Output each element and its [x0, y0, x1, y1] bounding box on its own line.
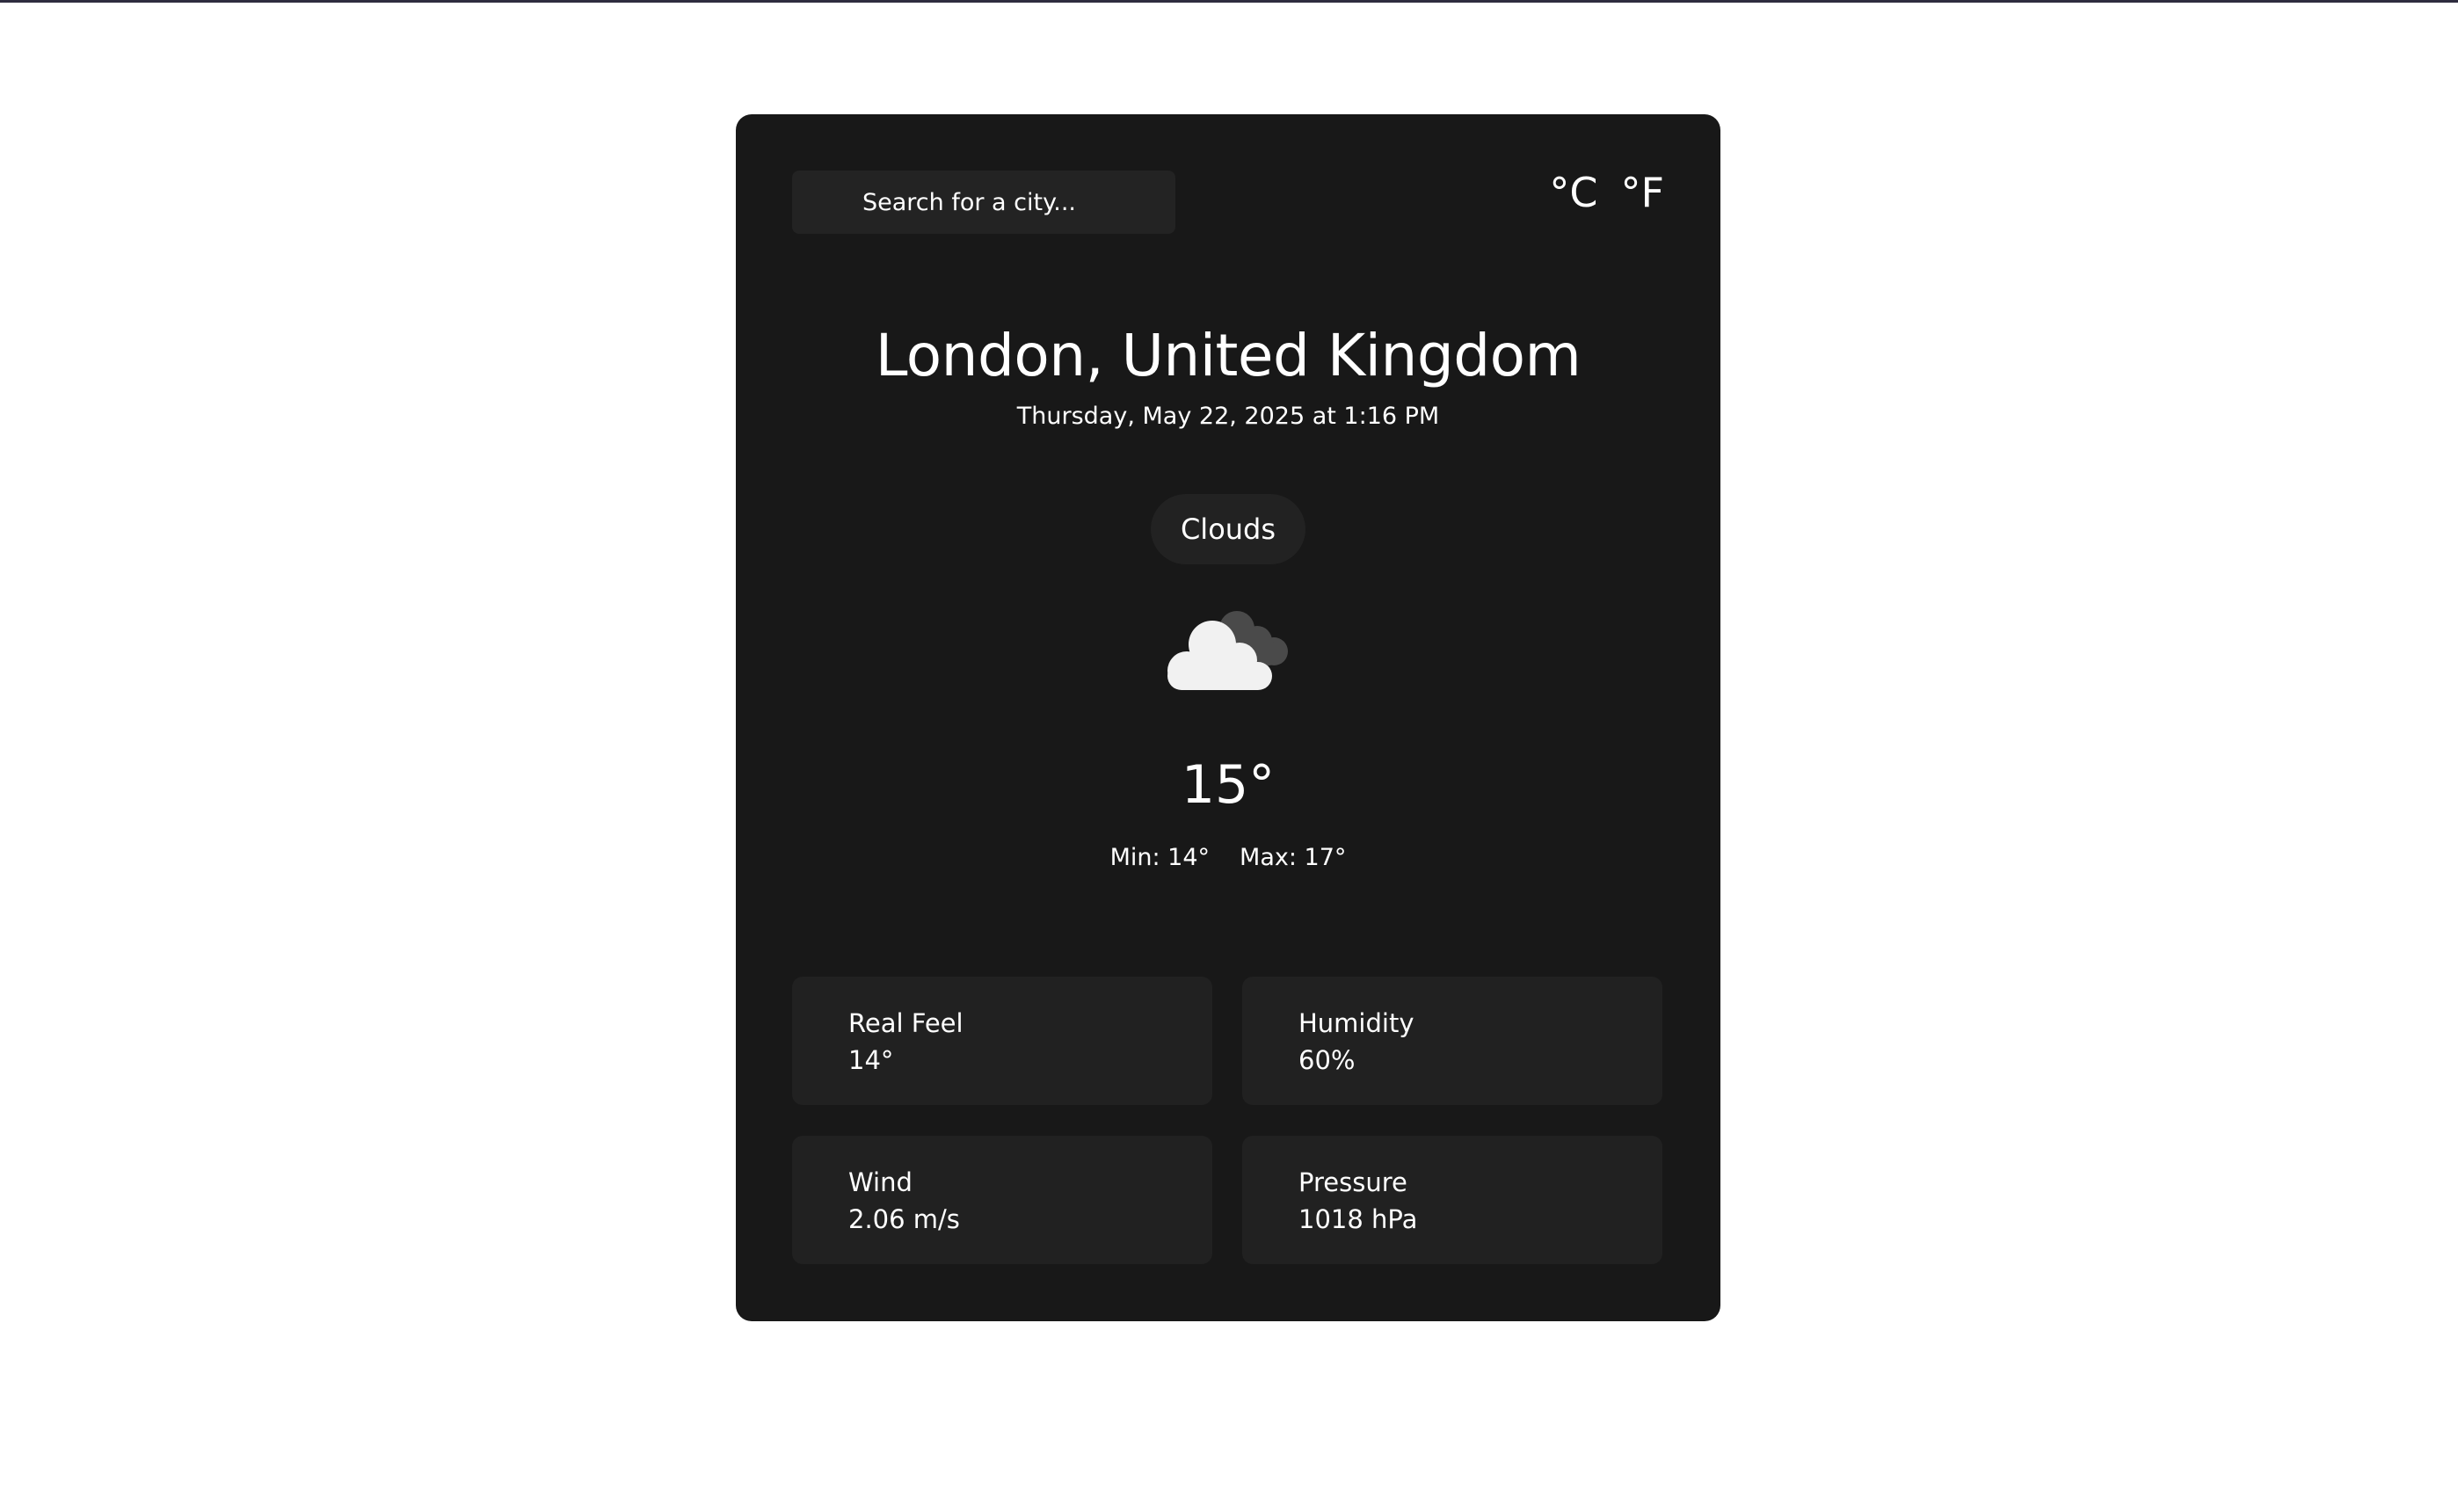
- celsius-button[interactable]: °C: [1549, 172, 1597, 213]
- min-temperature: Min: 14°: [1109, 844, 1211, 871]
- pressure-value: 1018 hPa: [1298, 1204, 1418, 1234]
- real-feel-label: Real Feel: [848, 1008, 964, 1038]
- current-temperature: 15°: [1181, 754, 1276, 816]
- clouds-icon: [1167, 611, 1288, 690]
- unit-toggle: °C °F: [1549, 172, 1664, 213]
- humidity-label: Humidity: [1298, 1008, 1414, 1038]
- humidity-value: 60%: [1298, 1045, 1356, 1075]
- max-temperature: Max: 17°: [1240, 844, 1347, 871]
- fahrenheit-button[interactable]: °F: [1621, 172, 1664, 213]
- condition-badge: Clouds: [1151, 494, 1305, 564]
- pressure-tile: Pressure 1018 hPa: [1242, 1136, 1662, 1264]
- humidity-tile: Humidity 60%: [1242, 977, 1662, 1105]
- condition-label: Clouds: [1180, 512, 1276, 546]
- pressure-label: Pressure: [1298, 1167, 1407, 1197]
- real-feel-tile: Real Feel 14°: [792, 977, 1212, 1105]
- local-datetime: Thursday, May 22, 2025 at 1:16 PM: [1016, 403, 1440, 430]
- wind-label: Wind: [848, 1167, 913, 1197]
- wind-tile: Wind 2.06 m/s: [792, 1136, 1212, 1264]
- city-name: London, United Kingdom: [875, 322, 1582, 389]
- real-feel-value: 14°: [848, 1045, 894, 1075]
- top-border: [0, 0, 2458, 3]
- search-input[interactable]: [792, 171, 1175, 234]
- wind-value: 2.06 m/s: [848, 1204, 960, 1234]
- min-max-row: Min: 14° Max: 17°: [736, 844, 1720, 871]
- weather-card: °C °F London, United Kingdom Thursday, M…: [736, 114, 1720, 1321]
